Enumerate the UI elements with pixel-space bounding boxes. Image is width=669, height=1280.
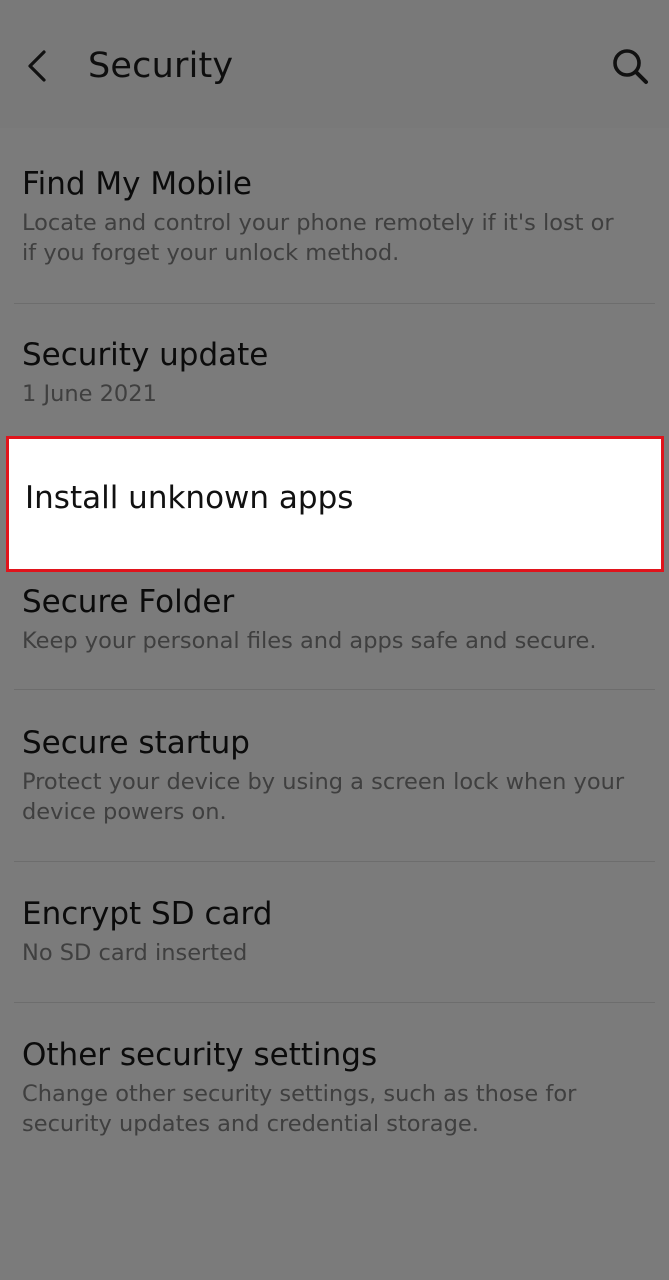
search-icon — [613, 49, 648, 84]
divider — [14, 689, 655, 690]
back-button[interactable] — [14, 40, 62, 92]
item-title: Encrypt SD card — [22, 896, 273, 932]
divider — [14, 303, 655, 304]
page-title: Security — [88, 46, 234, 86]
item-title: Secure Folder — [22, 584, 235, 620]
divider — [14, 861, 655, 862]
item-subtitle: No SD card inserted — [22, 940, 248, 966]
item-subtitle: Protect your device by using a screen lo… — [22, 769, 625, 825]
security-settings-screen: Security Find My Mobile Locate and contr… — [0, 0, 669, 1280]
item-title: Security update — [22, 337, 269, 373]
install-unknown-apps-item[interactable]: Install unknown apps — [6, 436, 664, 572]
item-title: Find My Mobile — [22, 166, 253, 202]
secure-startup-item[interactable]: Secure startup Protect your device by us… — [0, 723, 669, 827]
divider — [14, 1002, 655, 1003]
item-title: Install unknown apps — [25, 480, 354, 516]
secure-folder-item[interactable]: Secure Folder Keep your personal files a… — [0, 582, 669, 656]
security-update-item[interactable]: Security update 1 June 2021 — [0, 335, 669, 409]
item-subtitle: Locate and control your phone remotely i… — [22, 210, 614, 266]
item-title: Secure startup — [22, 725, 250, 761]
chevron-left-icon — [28, 50, 46, 82]
item-subtitle: Keep your personal files and apps safe a… — [22, 628, 597, 654]
item-subtitle: Change other security settings, such as … — [22, 1081, 577, 1137]
item-subtitle: 1 June 2021 — [22, 381, 157, 407]
search-button[interactable] — [600, 38, 660, 94]
app-bar: Security — [0, 0, 669, 128]
other-security-settings-item[interactable]: Other security settings Change other sec… — [0, 1035, 669, 1139]
item-title: Other security settings — [22, 1037, 378, 1073]
encrypt-sd-card-item[interactable]: Encrypt SD card No SD card inserted — [0, 894, 669, 968]
find-my-mobile-item[interactable]: Find My Mobile Locate and control your p… — [0, 164, 669, 268]
